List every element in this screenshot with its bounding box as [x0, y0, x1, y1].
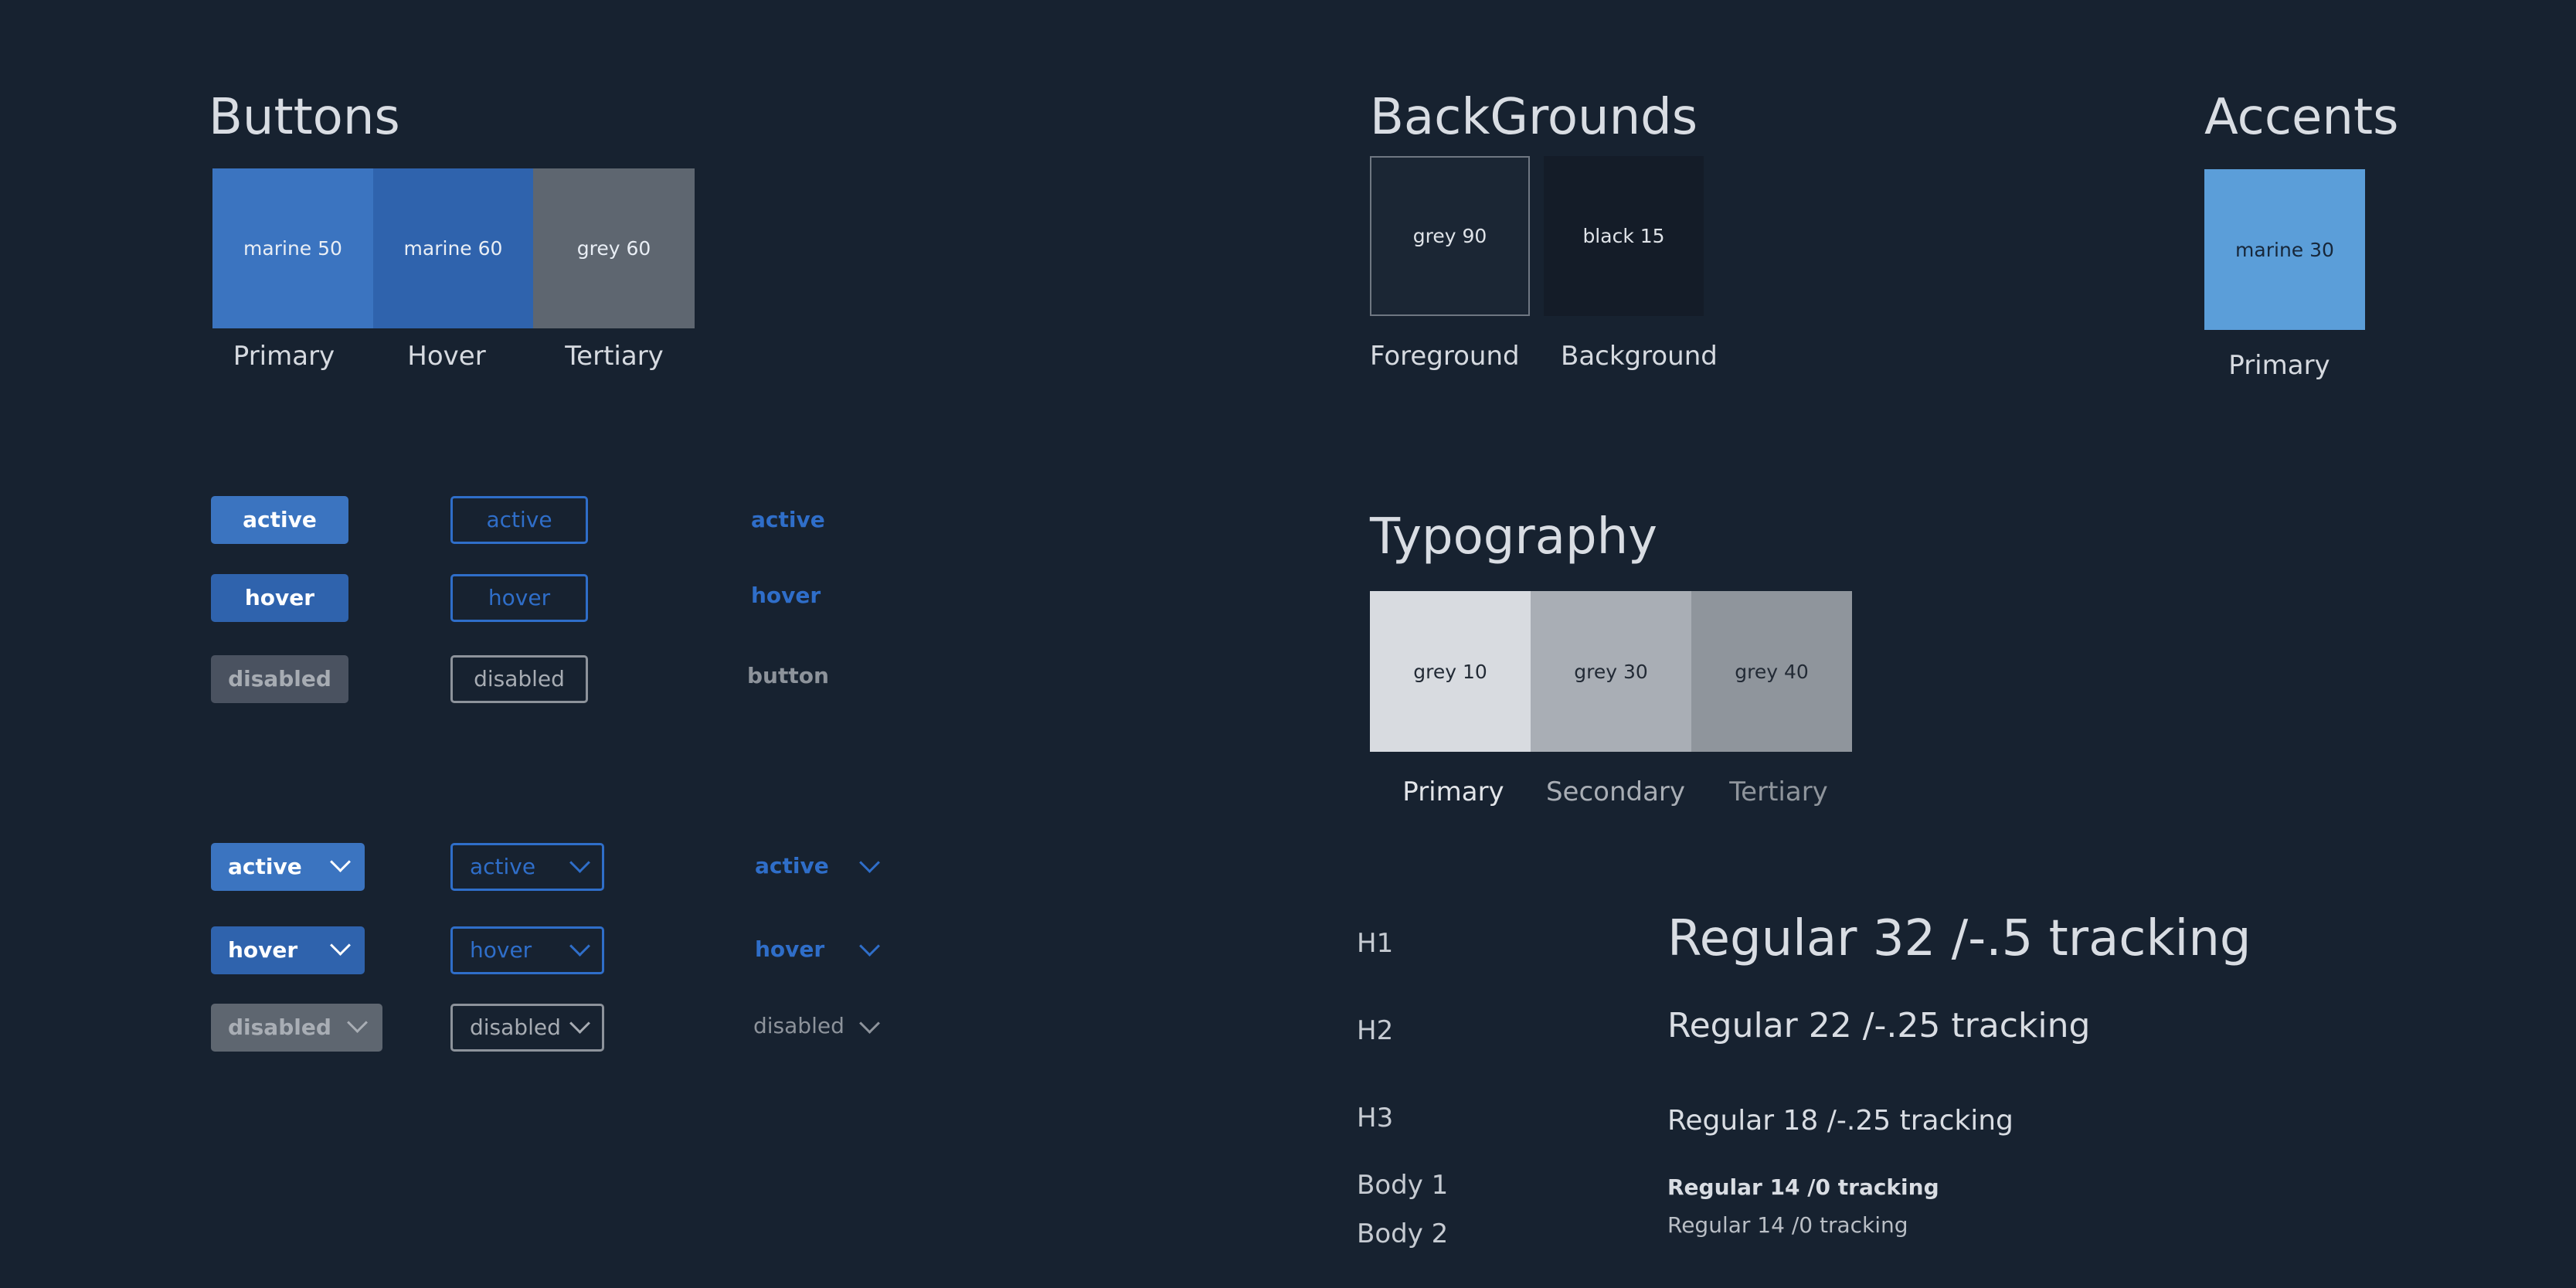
swatch-label: grey 30 [1574, 660, 1648, 683]
swatch-marine-50: marine 50 [212, 168, 373, 328]
chevron-down-icon [347, 1012, 368, 1033]
dropdown-filled-active[interactable]: active [211, 843, 365, 891]
swatch-label: black 15 [1582, 225, 1665, 247]
secondary-button-hover[interactable]: hover [450, 574, 588, 622]
dropdown-text-disabled-chevron[interactable] [859, 1013, 880, 1039]
caption-typo-primary: Primary [1402, 777, 1504, 807]
dropdown-filled-disabled[interactable]: disabled [211, 1004, 382, 1052]
type-sample-h3: Regular 18 /-.25 tracking [1667, 1105, 2014, 1137]
dropdown-outline-disabled[interactable]: disabled [450, 1004, 604, 1052]
dropdown-label: hover [755, 936, 825, 962]
swatch-label: marine 50 [243, 237, 342, 260]
accents-title: Accents [2204, 89, 2399, 146]
dropdown-outline-active[interactable]: active [450, 843, 604, 891]
swatch-label: grey 40 [1735, 660, 1809, 683]
swatch-grey-10: grey 10 [1370, 591, 1531, 752]
caption-typo-tertiary: Tertiary [1729, 777, 1828, 807]
type-label-h1: H1 [1357, 928, 1394, 959]
text-button-disabled[interactable]: button [747, 665, 829, 687]
caption-background: Background [1561, 341, 1718, 372]
secondary-button-active[interactable]: active [450, 496, 588, 544]
type-sample-h1: Regular 32 /-.5 tracking [1667, 910, 2251, 967]
dropdown-label: disabled [753, 1013, 845, 1038]
swatch-marine-30: marine 30 [2204, 169, 2365, 330]
dropdown-label: disabled [470, 1014, 561, 1040]
swatch-grey-40: grey 40 [1691, 591, 1852, 752]
caption-foreground: Foreground [1370, 341, 1520, 372]
dropdown-label: disabled [228, 1014, 331, 1040]
primary-button-hover[interactable]: hover [211, 574, 348, 622]
swatch-label: marine 60 [403, 237, 503, 260]
chevron-down-icon [859, 936, 880, 957]
dropdown-text-hover[interactable]: hover [755, 939, 824, 960]
backgrounds-title: BackGrounds [1370, 89, 1698, 146]
chevron-down-icon [569, 1013, 590, 1034]
chevron-down-icon [330, 935, 351, 956]
text-button-hover[interactable]: hover [751, 585, 821, 607]
type-sample-h2: Regular 22 /-.25 tracking [1667, 1006, 2091, 1045]
dropdown-label: hover [228, 937, 298, 963]
dropdown-label: active [470, 854, 536, 879]
swatch-label: grey 90 [1412, 225, 1487, 247]
caption-typo-secondary: Secondary [1545, 777, 1686, 807]
caption-tertiary: Tertiary [565, 341, 664, 372]
swatch-label: grey 60 [576, 237, 651, 260]
secondary-button-disabled[interactable]: disabled [450, 655, 588, 703]
swatch-grey-60: grey 60 [533, 168, 695, 328]
typography-title: Typography [1370, 508, 1657, 566]
chevron-down-icon [859, 852, 880, 873]
buttons-title: Buttons [209, 89, 400, 146]
swatch-black-15: black 15 [1544, 156, 1704, 316]
primary-button-active[interactable]: active [211, 496, 348, 544]
dropdown-text-active-chevron[interactable] [859, 852, 880, 878]
chevron-down-icon [569, 936, 590, 957]
type-sample-body-2: Regular 14 /0 tracking [1667, 1212, 1908, 1238]
dropdown-filled-hover[interactable]: hover [211, 926, 365, 974]
dropdown-text-hover-chevron[interactable] [859, 936, 880, 962]
dropdown-text-disabled[interactable]: disabled [753, 1015, 845, 1037]
swatch-marine-60: marine 60 [373, 168, 533, 328]
chevron-down-icon [859, 1013, 880, 1034]
dropdown-label: hover [470, 937, 532, 963]
swatch-grey-90: grey 90 [1370, 156, 1530, 316]
dropdown-label: active [228, 854, 302, 879]
caption-primary: Primary [233, 341, 335, 372]
type-label-h2: H2 [1357, 1015, 1394, 1046]
primary-button-disabled[interactable]: disabled [211, 655, 348, 703]
swatch-label: marine 30 [2235, 238, 2334, 261]
type-label-body-2: Body 2 [1357, 1218, 1449, 1249]
text-button-active[interactable]: active [751, 509, 825, 531]
dropdown-label: active [755, 853, 829, 878]
swatch-label: grey 10 [1413, 660, 1487, 683]
caption-hover: Hover [407, 341, 486, 372]
chevron-down-icon [330, 851, 351, 872]
type-label-body-1: Body 1 [1357, 1170, 1449, 1201]
chevron-down-icon [569, 852, 590, 873]
dropdown-outline-hover[interactable]: hover [450, 926, 604, 974]
type-label-h3: H3 [1357, 1103, 1394, 1133]
type-sample-body-1: Regular 14 /0 tracking [1667, 1174, 1939, 1200]
caption-accent-primary: Primary [2228, 350, 2330, 381]
swatch-grey-30: grey 30 [1531, 591, 1691, 752]
dropdown-text-active[interactable]: active [755, 855, 829, 877]
